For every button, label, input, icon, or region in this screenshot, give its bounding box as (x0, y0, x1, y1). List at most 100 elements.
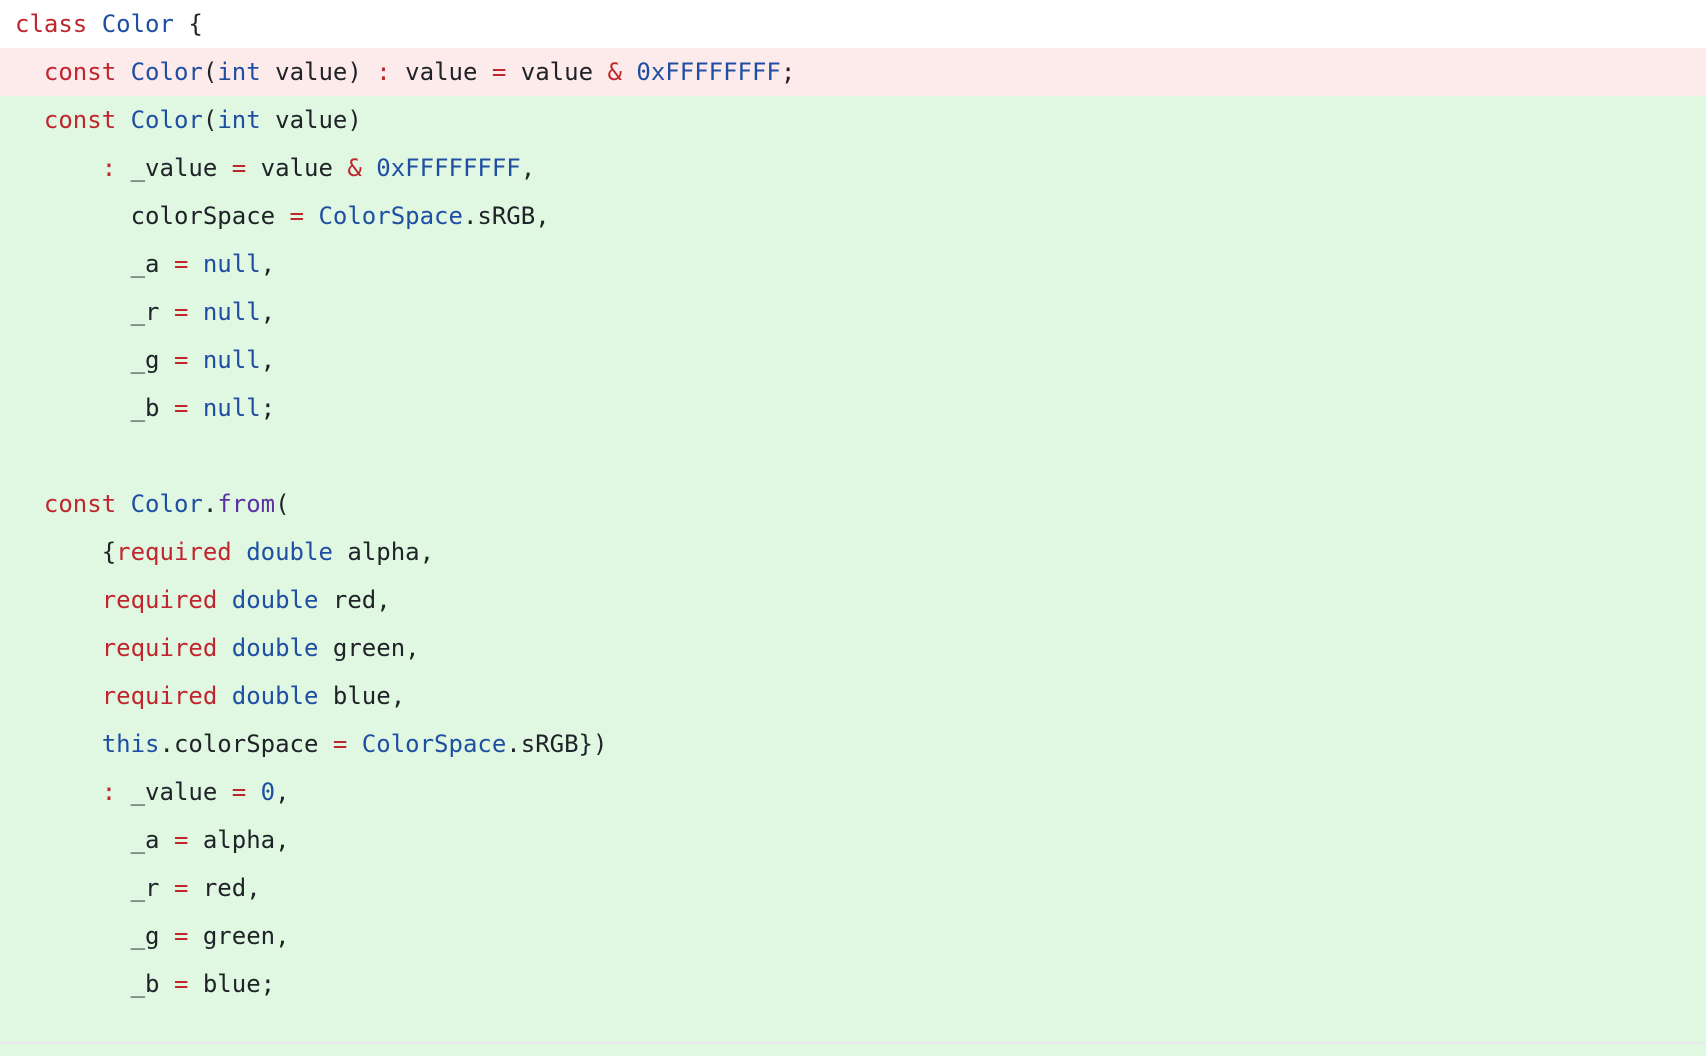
code-token-type: Color (130, 106, 203, 134)
code-token-plain: , (260, 346, 276, 374)
code-token-plain: , (520, 154, 536, 182)
code-token-type: null (202, 298, 261, 326)
code-token-plain: red, (318, 586, 391, 614)
code-token-keyword: class (15, 10, 88, 38)
code-line-added: _g = null, (0, 336, 1706, 384)
code-token-plain: red, (188, 874, 261, 902)
code-line-removed: const Color(int value) : value = value &… (0, 48, 1706, 96)
code-token-plain: green, (318, 634, 420, 662)
code-token-operator: = (173, 922, 189, 950)
code-line-added: _a = null, (0, 240, 1706, 288)
code-token-type: double (246, 538, 333, 566)
code-token-plain: value) (260, 58, 377, 86)
code-token-type: null (202, 250, 261, 278)
code-line-added: _r = red, (0, 864, 1706, 912)
code-token-operator: : (376, 58, 391, 86)
code-line-added: _g = green, (0, 912, 1706, 960)
code-line-added: this.colorSpace = ColorSpace.sRGB}) (0, 720, 1706, 768)
code-token-keyword: const (43, 58, 117, 86)
code-token-plain: . (202, 490, 218, 518)
code-token-plain: , (275, 778, 290, 806)
code-token-plain: green, (188, 922, 290, 950)
code-token-keyword: const (43, 106, 117, 134)
code-token-operator: = (173, 874, 189, 902)
code-token-keyword: required (101, 682, 218, 710)
code-token-keyword: required (101, 586, 218, 614)
code-token-plain: _b (15, 394, 174, 422)
code-token-operator: = (231, 778, 247, 806)
code-line-added: const Color.from( (0, 480, 1706, 528)
code-token-plain: ; (780, 58, 796, 86)
code-token-plain: value (506, 58, 608, 86)
code-token-type: this (101, 730, 160, 758)
code-token-operator: : (101, 154, 117, 182)
code-token-plain: ( (202, 58, 218, 86)
code-token-type: ColorSpace (361, 730, 507, 758)
code-token-plain: _b (15, 970, 174, 998)
code-token-number: 0 (260, 778, 276, 806)
code-line-added: const Color(int value) (0, 96, 1706, 144)
code-token-type: double (231, 682, 319, 710)
code-line-added: : _value = value & 0xFFFFFFFF, (0, 144, 1706, 192)
code-token-plain: _a (15, 250, 174, 278)
code-token-plain: { (15, 538, 117, 566)
code-token-operator: = (173, 826, 189, 854)
code-token-plain: alpha, (188, 826, 290, 854)
code-token-plain: blue, (318, 682, 406, 710)
code-token-keyword: const (43, 490, 117, 518)
code-token-plain: .colorSpace (159, 730, 333, 758)
code-token-type: Color (101, 10, 174, 38)
code-token-plain: { (173, 10, 203, 38)
code-lines: class Color { const Color(int value) : v… (0, 0, 1706, 1056)
code-line-added: {required double alpha, (0, 528, 1706, 576)
code-line-added: required double green, (0, 624, 1706, 672)
code-token-type: Color (130, 490, 203, 518)
code-token-operator: = (173, 250, 189, 278)
code-token-operator: = (332, 730, 348, 758)
code-token-keyword: required (116, 538, 232, 566)
code-line-added: _b = null; (0, 384, 1706, 432)
code-token-plain: _r (15, 298, 174, 326)
code-line-added: required double red, (0, 576, 1706, 624)
code-token-plain: ( (275, 490, 290, 518)
code-token-operator: = (289, 202, 304, 230)
code-token-plain: _a (15, 826, 174, 854)
code-token-operator: = (173, 970, 189, 998)
code-token-type: ColorSpace (318, 202, 463, 230)
code-token-plain: ; (260, 394, 276, 422)
code-token-plain: _g (15, 922, 174, 950)
diff-bottom-divider (0, 1042, 1706, 1044)
code-line-added: : _value = 0, (0, 768, 1706, 816)
code-line-added: _a = alpha, (0, 816, 1706, 864)
code-token-plain: ( (202, 106, 218, 134)
code-token-keyword: required (101, 634, 218, 662)
code-token-plain: _value (116, 154, 232, 182)
code-token-operator: = (173, 346, 189, 374)
code-line-added: _b = blue; (0, 960, 1706, 1008)
code-token-type: int (217, 58, 261, 86)
code-token-type: null (202, 394, 261, 422)
code-token-plain: , (260, 250, 276, 278)
code-token-plain: value (390, 58, 492, 86)
code-token-method: from (217, 490, 276, 518)
code-token-plain: value (246, 154, 348, 182)
code-token-type: double (231, 634, 319, 662)
code-token-type: int (217, 106, 261, 134)
